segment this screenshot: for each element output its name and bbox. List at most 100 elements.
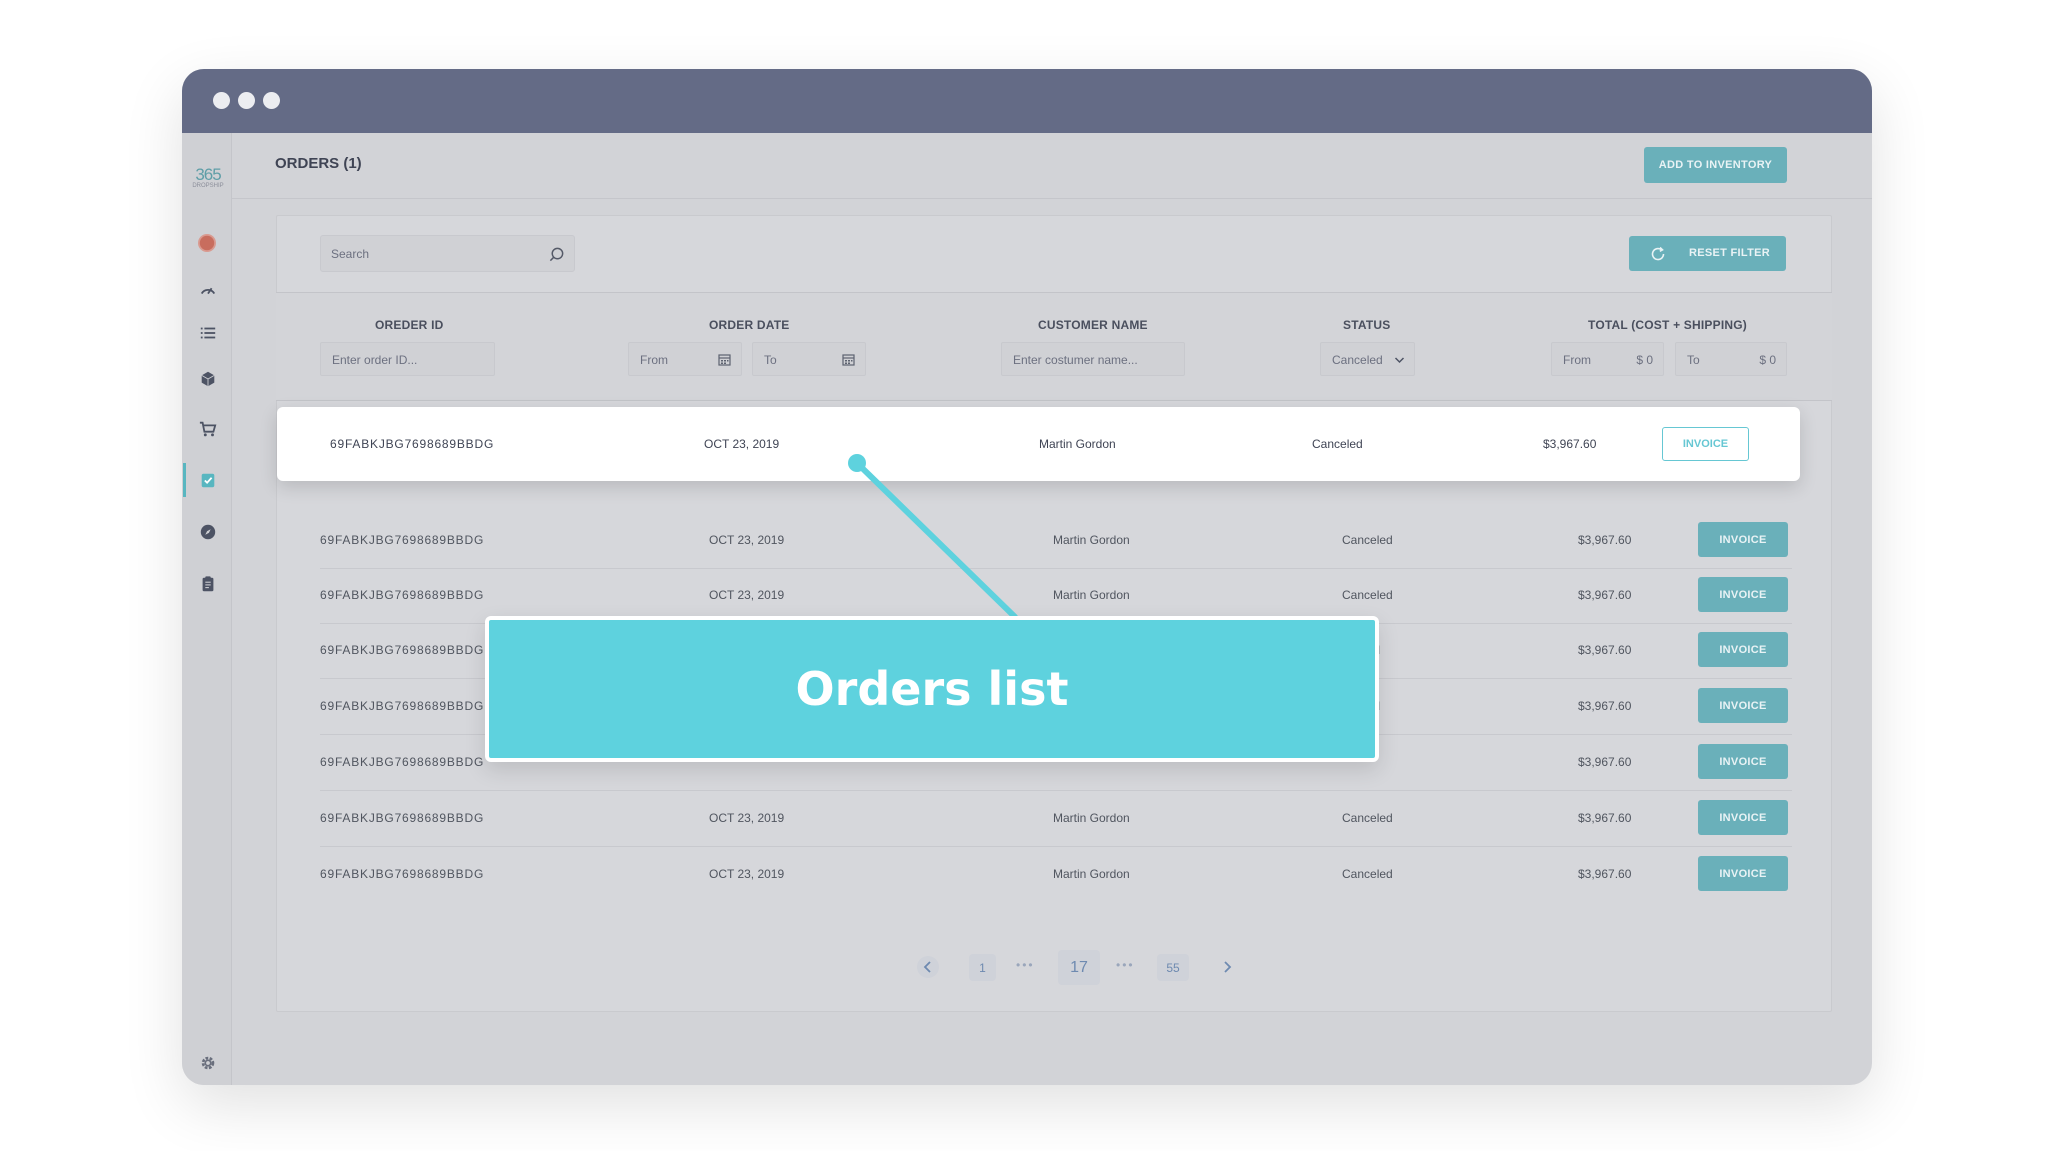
row-customer: Martin Gordon <box>1053 867 1130 881</box>
invoice-button[interactable]: INVOICE <box>1698 522 1788 557</box>
title-bar <box>182 69 1872 133</box>
active-indicator <box>183 463 186 497</box>
callout-label: Orders list <box>795 662 1069 716</box>
total-to-input[interactable]: To $ 0 <box>1675 342 1787 376</box>
row-order-date: OCT 23, 2019 <box>709 588 785 602</box>
invoice-button[interactable]: INVOICE <box>1662 427 1749 461</box>
row-total: $3,967.60 <box>1578 588 1632 602</box>
row-order-id: 69FABKJBG7698689BBDG <box>320 755 485 769</box>
row-order-date: OCT 23, 2019 <box>709 867 785 881</box>
row-total: $3,967.60 <box>1578 533 1632 547</box>
total-from-label: From <box>1563 353 1591 367</box>
column-header-customer: CUSTOMER NAME <box>1038 318 1148 332</box>
logo-number: 365 <box>195 165 221 184</box>
customer-filter-input[interactable]: Enter costumer name... <box>1001 342 1185 376</box>
invoice-button[interactable]: INVOICE <box>1698 744 1788 779</box>
window-minimize-dot[interactable] <box>238 92 255 109</box>
cart-icon[interactable] <box>198 419 218 439</box>
total-to-label: To <box>1687 353 1700 367</box>
app-logo: 365 DROPSHIP <box>190 166 226 190</box>
row-order-id: 69FABKJBG7698689BBDG <box>330 437 495 451</box>
date-to-input[interactable]: To <box>752 342 866 376</box>
avatar[interactable] <box>197 233 217 253</box>
row-customer: Martin Gordon <box>1039 437 1116 451</box>
search-placeholder: Search <box>331 247 370 261</box>
table-row[interactable]: 69FABKJBG7698689BBDG OCT 23, 2019 Martin… <box>276 514 1832 569</box>
row-total: $3,967.60 <box>1578 643 1632 657</box>
invoice-button[interactable]: INVOICE <box>1698 577 1788 612</box>
column-header-order-id: OREDER ID <box>375 318 444 332</box>
invoice-button[interactable]: INVOICE <box>1698 688 1788 723</box>
column-header-status: STATUS <box>1343 318 1391 332</box>
pagination-ellipsis: ••• <box>1016 958 1035 972</box>
row-order-id: 69FABKJBG7698689BBDG <box>320 699 485 713</box>
invoice-button[interactable]: INVOICE <box>1698 632 1788 667</box>
pagination-ellipsis: ••• <box>1116 958 1135 972</box>
pagination-page-first[interactable]: 1 <box>969 954 996 981</box>
window-close-dot[interactable] <box>213 92 230 109</box>
reset-filter-label: RESET FILTER <box>1689 247 1771 259</box>
gear-icon[interactable] <box>198 1053 218 1073</box>
list-icon[interactable] <box>198 323 218 343</box>
row-total: $3,967.60 <box>1578 867 1632 881</box>
chevron-right-icon <box>1224 961 1232 973</box>
refresh-icon <box>1651 246 1665 261</box>
row-total: $3,967.60 <box>1543 437 1597 451</box>
orders-list-callout: Orders list <box>485 616 1379 762</box>
date-to-label: To <box>764 353 777 367</box>
header-divider <box>232 198 1872 199</box>
toolbar-divider <box>276 292 1832 293</box>
status-select-value: Canceled <box>1332 353 1383 367</box>
chevron-down-icon <box>1394 357 1405 364</box>
date-from-input[interactable]: From <box>628 342 742 376</box>
clipboard-icon[interactable] <box>198 574 218 594</box>
status-select[interactable]: Canceled <box>1320 342 1415 376</box>
row-order-date: OCT 23, 2019 <box>709 811 785 825</box>
row-order-id: 69FABKJBG7698689BBDG <box>320 588 485 602</box>
compass-icon[interactable] <box>198 522 218 542</box>
window-maximize-dot[interactable] <box>263 92 280 109</box>
row-divider <box>320 846 1792 847</box>
row-status: Canceled <box>1342 588 1393 602</box>
total-from-input[interactable]: From $ 0 <box>1551 342 1664 376</box>
pagination-page-last[interactable]: 55 <box>1157 954 1189 981</box>
row-order-date: OCT 23, 2019 <box>704 437 780 451</box>
search-input[interactable]: Search <box>320 235 575 272</box>
row-status: Canceled <box>1342 811 1393 825</box>
pagination-page-current[interactable]: 17 <box>1058 950 1100 985</box>
order-id-filter-input[interactable]: Enter order ID... <box>320 342 495 376</box>
row-order-id: 69FABKJBG7698689BBDG <box>320 643 485 657</box>
page-title: ORDERS (1) <box>275 155 362 172</box>
reset-filter-button[interactable]: RESET FILTER <box>1629 236 1786 271</box>
row-total: $3,967.60 <box>1578 699 1632 713</box>
row-order-id: 69FABKJBG7698689BBDG <box>320 533 485 547</box>
total-to-value: $ 0 <box>1759 353 1776 367</box>
pagination-prev-button[interactable] <box>917 956 939 981</box>
row-customer: Martin Gordon <box>1053 533 1130 547</box>
box-icon[interactable] <box>198 369 218 389</box>
row-divider <box>320 790 1792 791</box>
search-icon <box>549 247 564 262</box>
invoice-button[interactable]: INVOICE <box>1698 800 1788 835</box>
column-header-order-date: ORDER DATE <box>709 318 790 332</box>
row-order-date: OCT 23, 2019 <box>709 533 785 547</box>
row-status: Canceled <box>1312 437 1363 451</box>
table-row[interactable]: 69FABKJBG7698689BBDG OCT 23, 2019 Martin… <box>276 848 1832 903</box>
order-id-placeholder: Enter order ID... <box>332 353 418 367</box>
orders-check-icon[interactable] <box>198 470 218 490</box>
row-customer: Martin Gordon <box>1053 811 1130 825</box>
add-to-inventory-button[interactable]: ADD TO INVENTORY <box>1644 147 1787 183</box>
pagination-next-button[interactable] <box>1216 956 1238 981</box>
table-row[interactable]: 69FABKJBG7698689BBDG OCT 23, 2019 Martin… <box>276 792 1832 847</box>
highlighted-order-row[interactable]: 69FABKJBG7698689BBDG OCT 23, 2019 Martin… <box>277 407 1800 481</box>
chevron-left-icon <box>917 956 939 978</box>
total-from-value: $ 0 <box>1636 353 1653 367</box>
invoice-button[interactable]: INVOICE <box>1698 856 1788 891</box>
row-status: Canceled <box>1342 533 1393 547</box>
logo-subtext: DROPSHIP <box>192 183 224 189</box>
column-header-total: TOTAL (COST + SHIPPING) <box>1588 318 1747 332</box>
row-status: Canceled <box>1342 867 1393 881</box>
dashboard-icon[interactable] <box>198 280 218 300</box>
row-total: $3,967.60 <box>1578 811 1632 825</box>
sidebar <box>182 133 232 1085</box>
